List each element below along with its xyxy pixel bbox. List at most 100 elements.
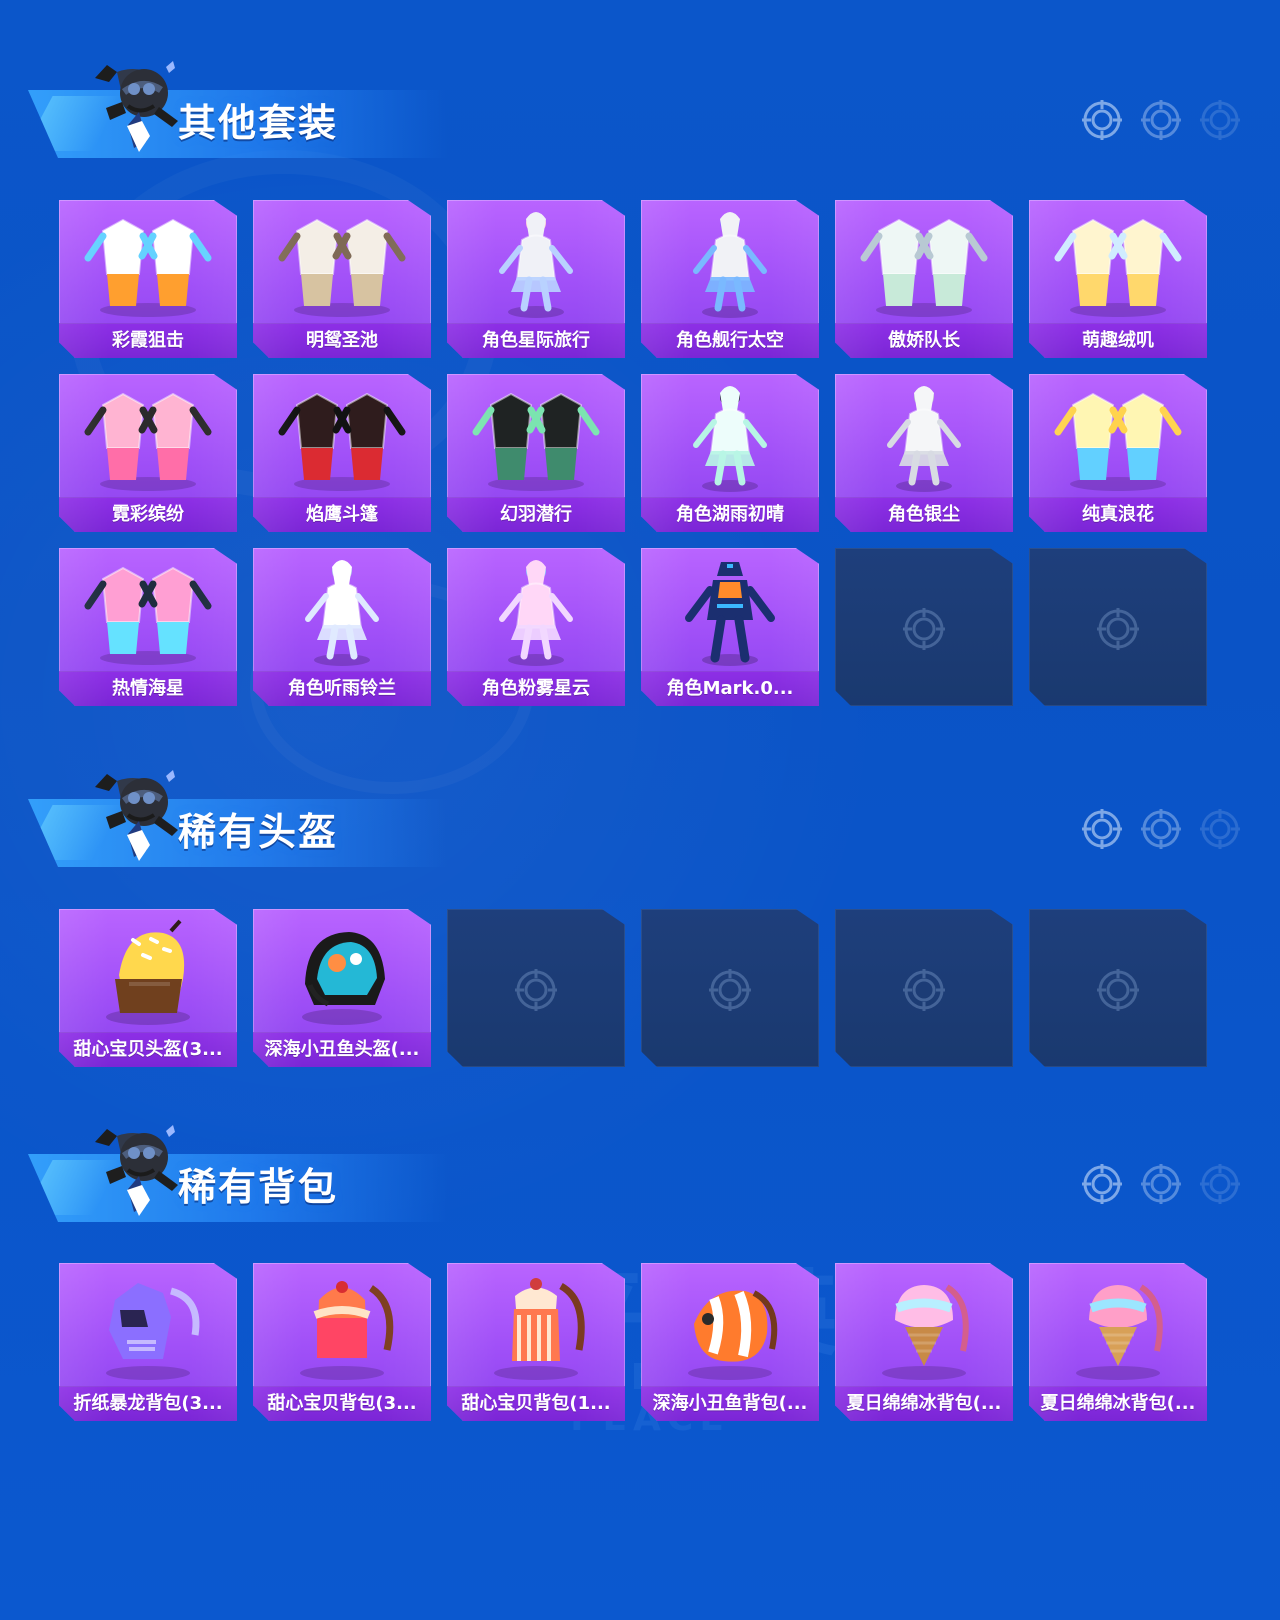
item-label: 幻羽潜行 [500,504,572,525]
clownfish-helmet-icon [302,932,385,1025]
item-label-bar: 夏日绵绵冰背包(... [1029,1386,1207,1421]
item-card[interactable]: 深海小丑鱼头盔(... [253,909,431,1067]
item-card[interactable]: 彩霞狙击 [59,200,237,358]
item-label: 深海小丑鱼背包(... [652,1393,808,1414]
outfit-pair-icon [472,392,600,491]
item-grid: 折纸暴龙背包(3... 甜心宝贝背包(3... 甜心宝贝背包(1... 深海小丑… [59,1263,1223,1421]
item-card[interactable]: 幻羽潜行 [447,374,625,532]
item-card[interactable]: 明鸳圣池 [253,200,431,358]
item-label-bar: 角色湖雨初晴 [641,497,819,532]
item-card[interactable]: 角色星际旅行 [447,200,625,358]
item-card[interactable]: 角色听雨铃兰 [253,548,431,706]
character-figure-icon [887,386,961,492]
mascot-icon [95,1125,178,1216]
item-label-bar: 傲娇队长 [835,323,1013,358]
dessert-backpack-icon [494,1278,585,1380]
cake-backpack-icon [300,1281,394,1380]
character-figure-icon [499,560,573,666]
section-title: 稀有头盔 [178,810,339,854]
target-icon [903,608,945,650]
item-label: 角色Mark.0... [666,678,794,699]
empty-slot [447,909,625,1067]
item-card[interactable]: 霓彩缤纷 [59,374,237,532]
item-card[interactable]: 纯真浪花 [1029,374,1207,532]
item-label-bar: 夏日绵绵冰背包(... [835,1386,1013,1421]
target-icon [1141,809,1181,849]
target-icon [1082,1164,1122,1204]
empty-slot [835,548,1013,706]
item-label: 角色粉雾星云 [482,678,590,699]
outfit-pair-icon [84,218,212,317]
section-header: 稀有背包 [28,1118,448,1230]
item-label-bar: 萌趣绒叽 [1029,323,1207,358]
item-label-bar: 角色舰行太空 [641,323,819,358]
cupcake-helmet-icon [106,919,190,1025]
section-header: 稀有头盔 [28,763,448,875]
item-card[interactable]: 角色粉雾星云 [447,548,625,706]
section-other-suits: 其他套装 彩霞狙击 明鸳圣池 角色星际旅行 角色舰行太空 傲娇队长 萌趣绒叽 霓… [0,54,1280,714]
item-card[interactable]: 深海小丑鱼背包(... [641,1263,819,1421]
target-icon [515,969,557,1011]
target-icon [1141,100,1181,140]
item-card[interactable]: 热情海星 [59,548,237,706]
item-label-bar: 角色听雨铃兰 [253,671,431,706]
clownfish-backpack-icon [688,1290,778,1380]
decorative-targets [1080,98,1250,142]
item-card[interactable]: 甜心宝贝头盔(3... [59,909,237,1067]
item-card[interactable]: 萌趣绒叽 [1029,200,1207,358]
empty-slot [835,909,1013,1067]
target-icon [1200,1164,1240,1204]
item-grid: 甜心宝贝头盔(3... 深海小丑鱼头盔(... [59,909,1223,1067]
item-card[interactable]: 焰鹰斗篷 [253,374,431,532]
decorative-targets [1080,807,1250,851]
item-label: 深海小丑鱼头盔(... [264,1039,420,1060]
item-label: 折纸暴龙背包(3... [73,1393,223,1414]
target-icon [1082,809,1122,849]
item-label-bar: 角色Mark.0... [641,671,819,706]
item-label: 夏日绵绵冰背包(... [1040,1393,1196,1414]
empty-slot [1029,548,1207,706]
item-label-bar: 甜心宝贝头盔(3... [59,1032,237,1067]
item-card[interactable]: 角色湖雨初晴 [641,374,819,532]
section-rare-helmets: 稀有头盔 甜心宝贝头盔(3... 深海小丑鱼头盔(... [0,763,1280,1073]
item-label-bar: 彩霞狙击 [59,323,237,358]
item-label: 热情海星 [112,678,184,699]
item-label: 明鸳圣池 [306,330,378,351]
section-title: 稀有背包 [178,1165,339,1209]
item-grid: 彩霞狙击 明鸳圣池 角色星际旅行 角色舰行太空 傲娇队长 萌趣绒叽 霓彩缤纷 焰… [59,200,1223,706]
item-card[interactable]: 角色银尘 [835,374,1013,532]
target-icon [709,969,751,1011]
item-card[interactable]: 甜心宝贝背包(3... [253,1263,431,1421]
item-label-bar: 深海小丑鱼头盔(... [253,1032,431,1067]
outfit-pair-icon [278,392,406,491]
item-label-bar: 明鸳圣池 [253,323,431,358]
item-card[interactable]: 傲娇队长 [835,200,1013,358]
item-label-bar: 热情海星 [59,671,237,706]
empty-slot [641,909,819,1067]
section-header: 其他套装 [28,54,448,166]
target-icon [1097,969,1139,1011]
ice-cream-backpack-icon [882,1284,969,1380]
item-label-bar: 霓彩缤纷 [59,497,237,532]
item-card[interactable]: 折纸暴龙背包(3... [59,1263,237,1421]
paper-dino-backpack-icon [106,1283,200,1380]
item-label: 霓彩缤纷 [112,504,184,525]
item-card[interactable]: 夏日绵绵冰背包(... [835,1263,1013,1421]
item-label: 夏日绵绵冰背包(... [846,1393,1002,1414]
target-icon [1097,608,1139,650]
item-card[interactable]: 甜心宝贝背包(1... [447,1263,625,1421]
character-figure-icon [499,212,573,318]
item-label: 彩霞狙击 [112,330,184,351]
item-card[interactable]: 角色舰行太空 [641,200,819,358]
item-label: 甜心宝贝背包(1... [461,1393,611,1414]
item-card[interactable]: 角色Mark.0... [641,548,819,706]
ice-cream-backpack-icon [1076,1284,1163,1380]
item-label: 角色星际旅行 [482,330,590,351]
outfit-pair-icon [84,392,212,491]
item-card[interactable]: 夏日绵绵冰背包(... [1029,1263,1207,1421]
section-title: 其他套装 [178,101,339,145]
target-icon [1200,809,1240,849]
item-label: 甜心宝贝头盔(3... [73,1039,223,1060]
item-label: 焰鹰斗篷 [306,504,378,525]
item-label-bar: 折纸暴龙背包(3... [59,1386,237,1421]
